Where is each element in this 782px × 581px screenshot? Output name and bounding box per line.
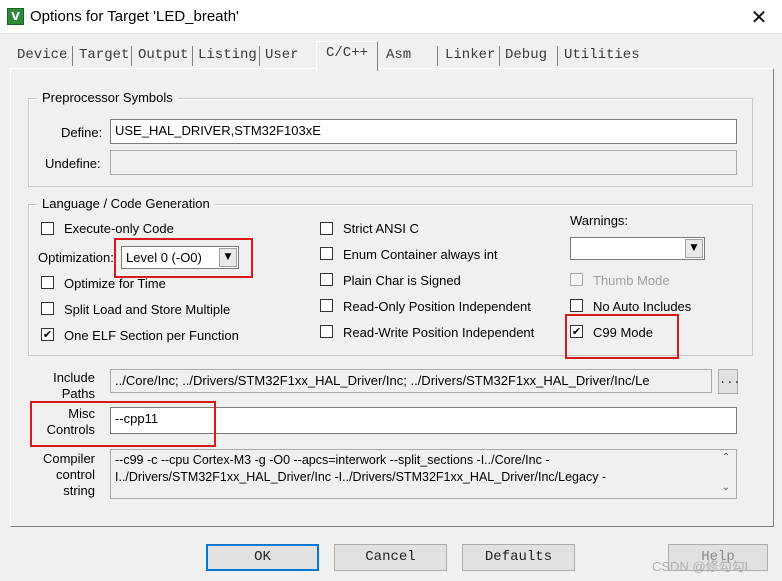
plain-char-label: Plain Char is Signed <box>343 273 461 288</box>
ok-button[interactable]: OK <box>206 544 319 571</box>
tab-listing[interactable]: Listing <box>194 44 257 66</box>
compiler-string-line-2: I../Drivers/STM32F1xx_HAL_Driver/Inc -I.… <box>115 470 607 484</box>
compiler-control-string[interactable]: --c99 -c --cpu Cortex-M3 -g -O0 --apcs=i… <box>110 449 737 499</box>
keil-uvision-icon: V <box>7 8 24 25</box>
chevron-down-icon[interactable]: ▼ <box>685 239 703 258</box>
rw-position-label: Read-Write Position Independent <box>343 325 535 340</box>
undefine-input[interactable] <box>110 150 737 175</box>
tab-device[interactable]: Device <box>13 44 67 66</box>
close-icon[interactable]: ✕ <box>744 3 774 31</box>
include-paths-browse-button[interactable]: ... <box>718 369 741 394</box>
define-label: Define: <box>61 125 103 140</box>
cancel-button[interactable]: Cancel <box>334 544 447 571</box>
split-load-checkbox[interactable] <box>41 302 54 315</box>
plain-char-checkbox[interactable] <box>320 273 333 286</box>
include-paths-input[interactable]: ../Core/Inc; ../Drivers/STM32F1xx_HAL_Dr… <box>110 369 712 393</box>
tab-cc[interactable]: C/C++ <box>316 41 378 71</box>
compiler-string-line-1: --c99 -c --cpu Cortex-M3 -g -O0 --apcs=i… <box>115 453 550 467</box>
tab-user[interactable]: User <box>261 44 299 66</box>
define-input[interactable]: USE_HAL_DRIVER,STM32F103xE <box>110 119 737 144</box>
optimization-label: Optimization: <box>38 250 114 265</box>
warnings-dropdown[interactable]: ▼ <box>570 237 705 260</box>
title-bar: V Options for Target 'LED_breath' ✕ <box>0 0 782 34</box>
compiler-control-label: Compiler control string <box>42 451 95 498</box>
language-group-title: Language / Code Generation <box>37 196 215 211</box>
no-auto-includes-label: No Auto Includes <box>593 299 692 314</box>
c99-mode-highlight <box>565 314 679 359</box>
tab-linker[interactable]: Linker <box>441 44 495 66</box>
split-load-label: Split Load and Store Multiple <box>64 302 231 317</box>
tab-utilities[interactable]: Utilities <box>560 44 640 66</box>
no-auto-includes-checkbox[interactable] <box>570 299 583 312</box>
strict-ansi-checkbox[interactable] <box>320 222 333 235</box>
thumb-mode-label: Thumb Mode <box>593 273 670 288</box>
preprocessor-group-title: Preprocessor Symbols <box>37 90 178 105</box>
rw-position-checkbox[interactable] <box>320 325 333 338</box>
include-paths-label: Include Paths <box>53 370 95 401</box>
defaults-button[interactable]: Defaults <box>462 544 575 571</box>
csdn-watermark: CSDN @修勾勾L <box>652 559 752 574</box>
warnings-label: Warnings: <box>570 213 629 228</box>
tab-debug[interactable]: Debug <box>501 44 547 66</box>
tab-target[interactable]: Target <box>75 44 129 66</box>
optimization-highlight <box>114 238 253 278</box>
execute-only-label: Execute-only Code <box>64 221 174 236</box>
tab-asm[interactable]: Asm <box>382 44 411 66</box>
ro-position-label: Read-Only Position Independent <box>343 299 531 314</box>
thumb-mode-checkbox <box>570 273 583 286</box>
one-elf-checkbox[interactable]: ✔ <box>41 328 54 341</box>
enum-container-checkbox[interactable] <box>320 247 333 260</box>
undefine-label: Undefine: <box>45 156 101 171</box>
one-elf-label: One ELF Section per Function <box>64 328 239 343</box>
scroll-down-icon[interactable]: ⌄ <box>719 482 733 496</box>
optimize-time-label: Optimize for Time <box>64 276 166 291</box>
enum-container-label: Enum Container always int <box>343 247 498 262</box>
ro-position-checkbox[interactable] <box>320 299 333 312</box>
optimize-time-checkbox[interactable] <box>41 276 54 289</box>
execute-only-checkbox[interactable] <box>41 222 54 235</box>
window-title: Options for Target 'LED_breath' <box>30 8 239 25</box>
strict-ansi-label: Strict ANSI C <box>343 221 419 236</box>
misc-controls-highlight <box>30 401 216 447</box>
scroll-up-icon[interactable]: ⌃ <box>719 452 733 466</box>
tab-output[interactable]: Output <box>134 44 188 66</box>
